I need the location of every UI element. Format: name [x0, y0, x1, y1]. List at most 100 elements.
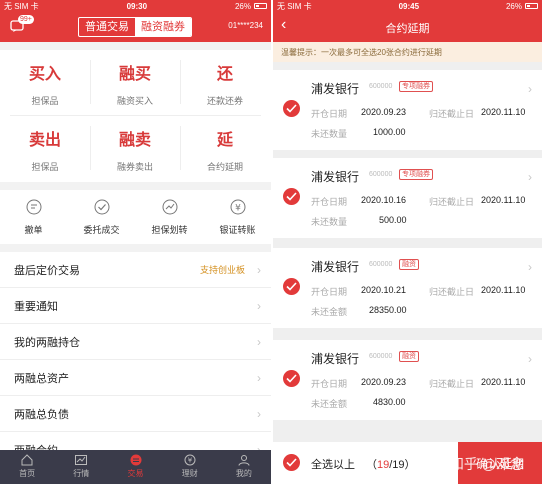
stock-name: 浦发银行: [311, 260, 360, 274]
battery-group: 26%: [235, 2, 267, 11]
action-title: 卖出: [28, 132, 61, 149]
tab-margin-trade[interactable]: 融资融券: [135, 18, 191, 36]
action-subtitle: 还款还券: [206, 96, 243, 106]
stock-code: 600000: [369, 261, 393, 268]
contract-card[interactable]: 浦发银行 600000 专项融券 › 开仓日期 2020.09.23 归还截止日…: [273, 70, 542, 150]
quick-label: 银证转账: [219, 225, 256, 235]
checkbox-checked[interactable]: [283, 188, 300, 205]
short-sell-button[interactable]: 融卖 融券卖出: [90, 116, 180, 178]
chevron-right-icon: ›: [528, 352, 532, 366]
tab-normal-trade[interactable]: 普通交易: [79, 18, 135, 36]
tab-mine[interactable]: 我的: [217, 450, 271, 484]
total-number: /19: [389, 459, 405, 471]
stock-name: 浦发银行: [311, 82, 360, 96]
amount-value: 500.00: [379, 215, 407, 225]
select-all-checkbox[interactable]: [283, 454, 300, 471]
grid-divider: [180, 126, 181, 170]
contract-extend-button[interactable]: 延 合约延期: [180, 116, 270, 178]
chevron-right-icon: ›: [528, 170, 532, 184]
amount-label: 未还数量: [311, 217, 348, 227]
list-item-label: 两融总负债: [14, 408, 69, 421]
quick-icons-row: 撤单 委托成交 担保划转 ¥ 银证转账: [0, 190, 271, 244]
home-icon: [21, 454, 33, 466]
page-title: 合约延期: [385, 23, 430, 35]
tab-wealth[interactable]: ¥ 理财: [163, 450, 217, 484]
chevron-right-icon: ›: [257, 262, 261, 277]
tab-trade[interactable]: 交易: [108, 450, 162, 484]
amount-value: 28350.00: [369, 305, 407, 315]
open-date-value: 2020.09.23: [361, 377, 407, 387]
buy-collateral-button[interactable]: 买入 担保品: [0, 50, 90, 112]
tab-home[interactable]: 首页: [0, 450, 54, 484]
chevron-right-icon: ›: [257, 370, 261, 385]
quick-label: 撤单: [24, 225, 43, 235]
checkbox-checked[interactable]: [283, 100, 300, 117]
open-date-label: 开仓日期: [311, 287, 348, 297]
contract-card[interactable]: 浦发银行 600000 融资 › 开仓日期 2020.09.23 归还截止日 2…: [273, 340, 542, 420]
menu-list: 盘后定价交易 支持创业板 › 重要通知 › 我的两融持仓 › 两融总资产 › 两…: [0, 252, 271, 468]
cancel-order-button[interactable]: 撤单: [0, 190, 67, 244]
select-all-label[interactable]: 全选以上: [311, 456, 355, 472]
battery-icon: [525, 3, 538, 9]
due-date-label: 归还截止日: [429, 197, 475, 207]
margin-buy-button[interactable]: 融买 融资买入: [90, 50, 180, 112]
trade-action-grid: 买入 担保品 融买 融资买入 还 还款还券 卖出 担保品 融卖 融券卖出 延 合…: [0, 50, 271, 182]
list-item-positions[interactable]: 我的两融持仓 ›: [0, 324, 271, 360]
amount-value: 4830.00: [373, 397, 406, 407]
checkbox-checked[interactable]: [283, 278, 300, 295]
status-bar: 无 SIM 卡 09:45 26%: [273, 0, 542, 12]
open-date-value: 2020.10.16: [361, 195, 407, 205]
quick-label: 委托成交: [83, 225, 120, 235]
list-item-notice[interactable]: 重要通知 ›: [0, 288, 271, 324]
open-date-label: 开仓日期: [311, 379, 348, 389]
action-subtitle: 担保品: [31, 162, 59, 172]
transfer-icon: [162, 199, 177, 215]
list-item-total-liabilities[interactable]: 两融总负债 ›: [0, 396, 271, 432]
contract-card[interactable]: 浦发银行 600000 融资 › 开仓日期 2020.10.21 归还截止日 2…: [273, 248, 542, 328]
open-date-label: 开仓日期: [311, 109, 348, 119]
due-date-value: 2020.11.10: [481, 195, 526, 205]
check-icon: [286, 458, 297, 467]
due-date-value: 2020.11.10: [481, 377, 526, 387]
open-date-label: 开仓日期: [311, 197, 348, 207]
sell-collateral-button[interactable]: 卖出 担保品: [0, 116, 90, 178]
battery-percent: 26%: [505, 1, 522, 11]
stock-name: 浦发银行: [311, 170, 360, 184]
repay-button[interactable]: 还 还款还券: [180, 50, 270, 112]
battery-percent: 26%: [234, 1, 251, 11]
collateral-transfer-button[interactable]: 担保划转: [136, 190, 203, 244]
checkbox-checked[interactable]: [283, 370, 300, 387]
bottom-action-bar: 全选以上 （19/19） 确认延期 知乎 @邓念: [273, 442, 542, 484]
contract-type-tag: 融资: [399, 351, 419, 362]
stock-name: 浦发银行: [311, 352, 360, 366]
stock-code: 600000: [369, 83, 393, 90]
chevron-right-icon: ›: [528, 260, 532, 274]
grid-divider: [180, 60, 181, 104]
check-icon: [286, 104, 297, 113]
yen-icon: ¥: [230, 199, 245, 215]
clock: 09:45: [398, 1, 420, 11]
list-item-label: 盘后定价交易: [14, 264, 80, 277]
orders-deals-button[interactable]: 委托成交: [68, 190, 135, 244]
selected-count: （19/19）: [366, 459, 416, 471]
gem-support-tip: 支持创业板: [199, 265, 245, 275]
action-title: 融卖: [118, 132, 151, 149]
account-number[interactable]: 01****234: [228, 21, 263, 30]
action-subtitle: 合约延期: [206, 162, 243, 172]
wealth-icon: ¥: [184, 454, 196, 466]
due-date-value: 2020.11.10: [481, 107, 526, 117]
bank-transfer-button[interactable]: ¥ 银证转账: [204, 190, 271, 244]
grid-divider: [90, 60, 91, 104]
user-icon: [238, 455, 250, 466]
contract-type-tag: 专项融券: [399, 169, 433, 180]
list-item-total-assets[interactable]: 两融总资产 ›: [0, 360, 271, 396]
chevron-right-icon: ›: [257, 298, 261, 313]
due-date-label: 归还截止日: [429, 379, 475, 389]
tab-market[interactable]: 行情: [54, 450, 108, 484]
action-subtitle: 担保品: [31, 96, 59, 106]
carrier-text: 无 SIM 卡: [277, 1, 312, 11]
list-item-after-hours[interactable]: 盘后定价交易 支持创业板 ›: [0, 252, 271, 288]
list-item-label: 两融总资产: [14, 372, 69, 385]
contract-card[interactable]: 浦发银行 600000 专项融券 › 开仓日期 2020.10.16 归还截止日…: [273, 158, 542, 238]
quick-label: 担保划转: [151, 225, 188, 235]
